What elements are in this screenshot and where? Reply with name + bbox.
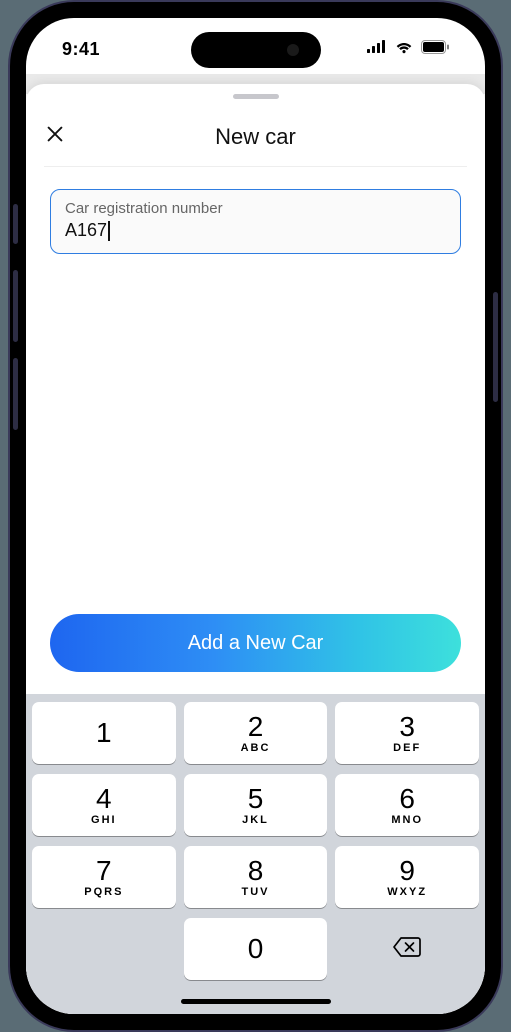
key-num: 0	[248, 935, 264, 963]
key-num: 7	[96, 857, 112, 885]
screen: 9:41 N	[26, 18, 485, 1014]
volume-up-button	[13, 270, 18, 342]
key-sub: ABC	[241, 742, 271, 754]
numeric-keyboard: 1 2ABC 3DEF 4GHI 5JKL 6MNO 7PQRS 8TUV 9W…	[26, 694, 485, 1014]
key-num: 2	[248, 713, 264, 741]
key-sub: WXYZ	[387, 886, 427, 898]
key-num: 8	[248, 857, 264, 885]
sheet-title: New car	[215, 124, 296, 150]
backspace-icon	[392, 936, 422, 963]
key-backspace[interactable]	[335, 918, 479, 980]
add-new-car-button[interactable]: Add a New Car	[50, 614, 461, 672]
key-sub: DEF	[393, 742, 421, 754]
key-9[interactable]: 9WXYZ	[335, 846, 479, 908]
status-time: 9:41	[62, 39, 100, 60]
battery-icon	[421, 40, 449, 59]
close-icon	[44, 132, 66, 149]
field-label: Car registration number	[65, 200, 446, 217]
key-1[interactable]: 1	[32, 702, 176, 764]
modal-sheet: New car Car registration number A167 Add…	[26, 84, 485, 1014]
key-7[interactable]: 7PQRS	[32, 846, 176, 908]
sheet-grabber[interactable]	[233, 94, 279, 99]
key-blank	[32, 918, 176, 980]
key-3[interactable]: 3DEF	[335, 702, 479, 764]
key-8[interactable]: 8TUV	[184, 846, 328, 908]
sheet-header: New car	[44, 107, 467, 167]
form-area: Car registration number A167	[26, 167, 485, 254]
key-5[interactable]: 5JKL	[184, 774, 328, 836]
key-6[interactable]: 6MNO	[335, 774, 479, 836]
key-num: 6	[399, 785, 415, 813]
wifi-icon	[394, 40, 414, 59]
key-sub: JKL	[242, 814, 269, 826]
key-num: 4	[96, 785, 112, 813]
volume-down-button	[13, 358, 18, 430]
side-button	[13, 204, 18, 244]
key-0[interactable]: 0	[184, 918, 328, 980]
power-button	[493, 292, 498, 402]
key-2[interactable]: 2ABC	[184, 702, 328, 764]
dynamic-island	[191, 32, 321, 68]
key-num: 3	[399, 713, 415, 741]
key-num: 5	[248, 785, 264, 813]
field-value-text: A167	[65, 220, 107, 241]
key-num: 9	[399, 857, 415, 885]
close-button[interactable]	[44, 123, 72, 151]
key-sub: GHI	[91, 814, 117, 826]
text-cursor	[108, 221, 110, 241]
registration-number-field[interactable]: Car registration number A167	[50, 189, 461, 254]
home-indicator[interactable]	[181, 999, 331, 1004]
key-sub: PQRS	[84, 886, 123, 898]
phone-frame: 9:41 N	[10, 2, 501, 1030]
key-num: 1	[96, 719, 112, 747]
key-sub: MNO	[391, 814, 423, 826]
cellular-icon	[367, 40, 387, 58]
key-sub: TUV	[242, 886, 270, 898]
key-4[interactable]: 4GHI	[32, 774, 176, 836]
field-value: A167	[65, 220, 446, 241]
